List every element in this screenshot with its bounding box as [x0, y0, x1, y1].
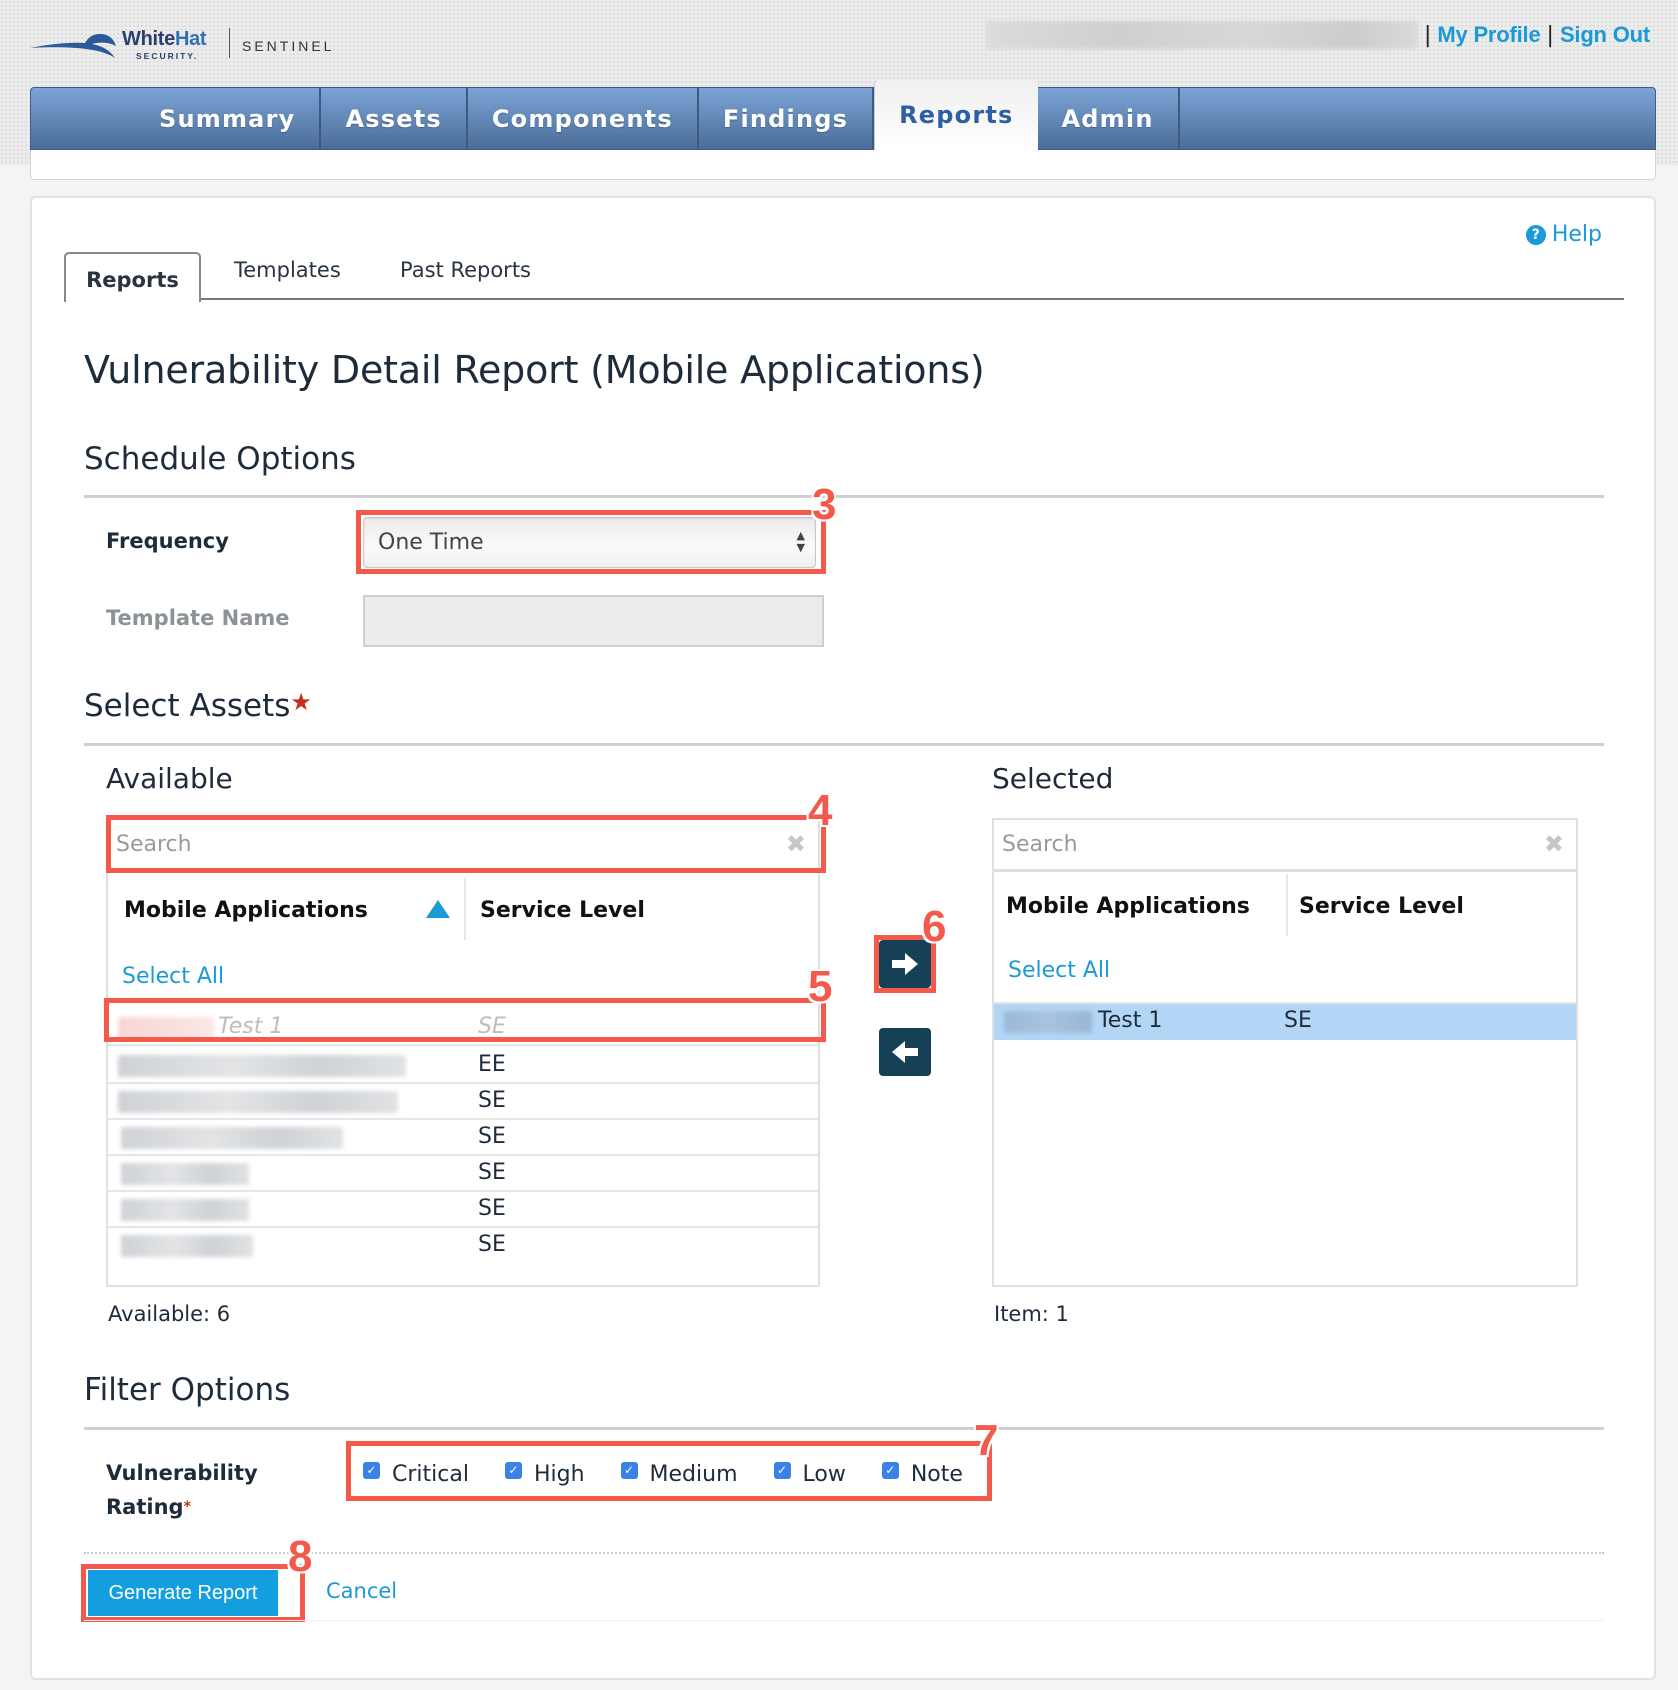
- table-row[interactable]: SE: [108, 1084, 818, 1120]
- col-service-level[interactable]: Service Level: [480, 898, 645, 923]
- my-profile-link[interactable]: My Profile: [1437, 22, 1540, 48]
- available-count: Available: 6: [108, 1302, 231, 1326]
- nav-reports[interactable]: Reports: [874, 80, 1038, 150]
- vulnerability-rating-label: Vulnerability Rating*: [106, 1461, 258, 1519]
- column-divider: [464, 878, 466, 940]
- required-star-icon: *: [183, 1499, 191, 1515]
- redacted-name: [121, 1199, 249, 1221]
- redacted-name: [118, 1091, 398, 1113]
- available-heading: Available: [106, 762, 233, 795]
- divider: [84, 1427, 1604, 1430]
- tab-reports[interactable]: Reports: [64, 252, 201, 302]
- logo-subtext: SECURITY.: [136, 51, 199, 61]
- selected-list: Search ✖ Mobile Applications Service Lev…: [992, 818, 1578, 1287]
- annotation-badge-6: 6: [922, 902, 947, 951]
- nav-admin[interactable]: Admin: [1038, 88, 1180, 150]
- help-link[interactable]: ? Help: [1525, 222, 1602, 247]
- selected-select-all[interactable]: Select All: [1008, 958, 1110, 983]
- available-list: Search ✖ Mobile Applications Service Lev…: [106, 818, 820, 1287]
- available-select-all[interactable]: Select All: [122, 964, 224, 989]
- row-level: SE: [478, 1232, 506, 1257]
- row-level: SE: [1284, 1008, 1312, 1033]
- user-area: | My Profile | Sign Out: [985, 20, 1650, 50]
- tab-templates[interactable]: Templates: [234, 258, 341, 282]
- nav-subbar: [30, 150, 1656, 180]
- col-mobile-applications[interactable]: Mobile Applications: [124, 898, 368, 923]
- logo-text: WhiteHat: [122, 28, 207, 50]
- annotation-badge-7: 7: [974, 1416, 999, 1465]
- help-label: Help: [1551, 222, 1602, 247]
- annotation-badge-5: 5: [808, 962, 833, 1011]
- annotation-box-5: [104, 998, 826, 1042]
- cancel-link[interactable]: Cancel: [326, 1579, 397, 1603]
- table-row[interactable]: SE: [108, 1192, 818, 1228]
- nav-assets[interactable]: Assets: [321, 88, 468, 150]
- nav-findings[interactable]: Findings: [699, 88, 875, 150]
- table-row[interactable]: SE: [108, 1120, 818, 1156]
- report-tabs: Reports Templates Past Reports: [64, 252, 1624, 302]
- nav-summary[interactable]: Summary: [127, 88, 322, 150]
- table-row[interactable]: EE: [108, 1048, 818, 1084]
- table-row[interactable]: SE: [108, 1228, 818, 1264]
- selected-heading: Selected: [992, 762, 1114, 795]
- annotation-badge-3: 3: [812, 480, 837, 529]
- arrow-left-icon: [892, 1041, 918, 1063]
- tab-past-reports[interactable]: Past Reports: [400, 258, 531, 282]
- main-nav: Summary Assets Components Findings Repor…: [30, 80, 1656, 150]
- annotation-badge-8: 8: [288, 1532, 313, 1581]
- col-mobile-applications[interactable]: Mobile Applications: [1006, 894, 1250, 919]
- separator: |: [1546, 22, 1554, 48]
- user-email-redacted: [985, 21, 1418, 49]
- filter-options-heading: Filter Options: [84, 1372, 291, 1408]
- clear-search-icon[interactable]: ✖: [1544, 830, 1564, 858]
- sign-out-link[interactable]: Sign Out: [1560, 22, 1650, 48]
- row-name: Test 1: [1098, 1008, 1163, 1033]
- redacted-name: [121, 1235, 253, 1257]
- required-star-icon: ★: [290, 688, 312, 716]
- template-name-input[interactable]: [363, 595, 824, 647]
- selected-count: Item: 1: [994, 1302, 1069, 1326]
- redacted-name: [121, 1127, 343, 1149]
- annotation-box-8: [81, 1564, 305, 1622]
- report-panel: ? Help Reports Templates Past Reports Vu…: [30, 196, 1656, 1680]
- row-level: SE: [478, 1124, 506, 1149]
- logo-divider: [229, 28, 230, 58]
- select-assets-heading: Select Assets★: [84, 688, 312, 724]
- move-left-button[interactable]: [879, 1028, 931, 1076]
- sort-ascending-icon[interactable]: [426, 900, 450, 918]
- redacted-name: [121, 1163, 249, 1185]
- frequency-label: Frequency: [106, 529, 229, 553]
- nav-components[interactable]: Components: [468, 88, 699, 150]
- column-divider: [1286, 874, 1288, 936]
- product-name: SENTINEL: [242, 38, 335, 54]
- divider: [84, 495, 1604, 498]
- search-placeholder: Search: [1002, 832, 1078, 857]
- question-circle-icon: ?: [1525, 224, 1546, 245]
- divider: [84, 1620, 1604, 1621]
- annotation-box-3: [356, 510, 826, 574]
- annotation-box-7: [346, 1441, 992, 1501]
- redacted-name: [1004, 1011, 1092, 1033]
- selected-search-input[interactable]: Search ✖: [994, 820, 1576, 872]
- divider: [84, 743, 1604, 746]
- table-row-selected[interactable]: Test 1 SE: [994, 1002, 1576, 1040]
- row-level: SE: [478, 1160, 506, 1185]
- table-row[interactable]: SE: [108, 1156, 818, 1192]
- annotation-box-4: [106, 815, 826, 873]
- page-title: Vulnerability Detail Report (Mobile Appl…: [84, 348, 985, 392]
- row-level: SE: [478, 1088, 506, 1113]
- col-service-level[interactable]: Service Level: [1299, 894, 1464, 919]
- annotation-badge-4: 4: [808, 786, 833, 835]
- template-name-label: Template Name: [106, 606, 290, 630]
- row-level: EE: [478, 1052, 506, 1077]
- separator: |: [1423, 22, 1432, 48]
- redacted-name: [118, 1055, 406, 1077]
- row-level: SE: [478, 1196, 506, 1221]
- schedule-options-heading: Schedule Options: [84, 441, 356, 477]
